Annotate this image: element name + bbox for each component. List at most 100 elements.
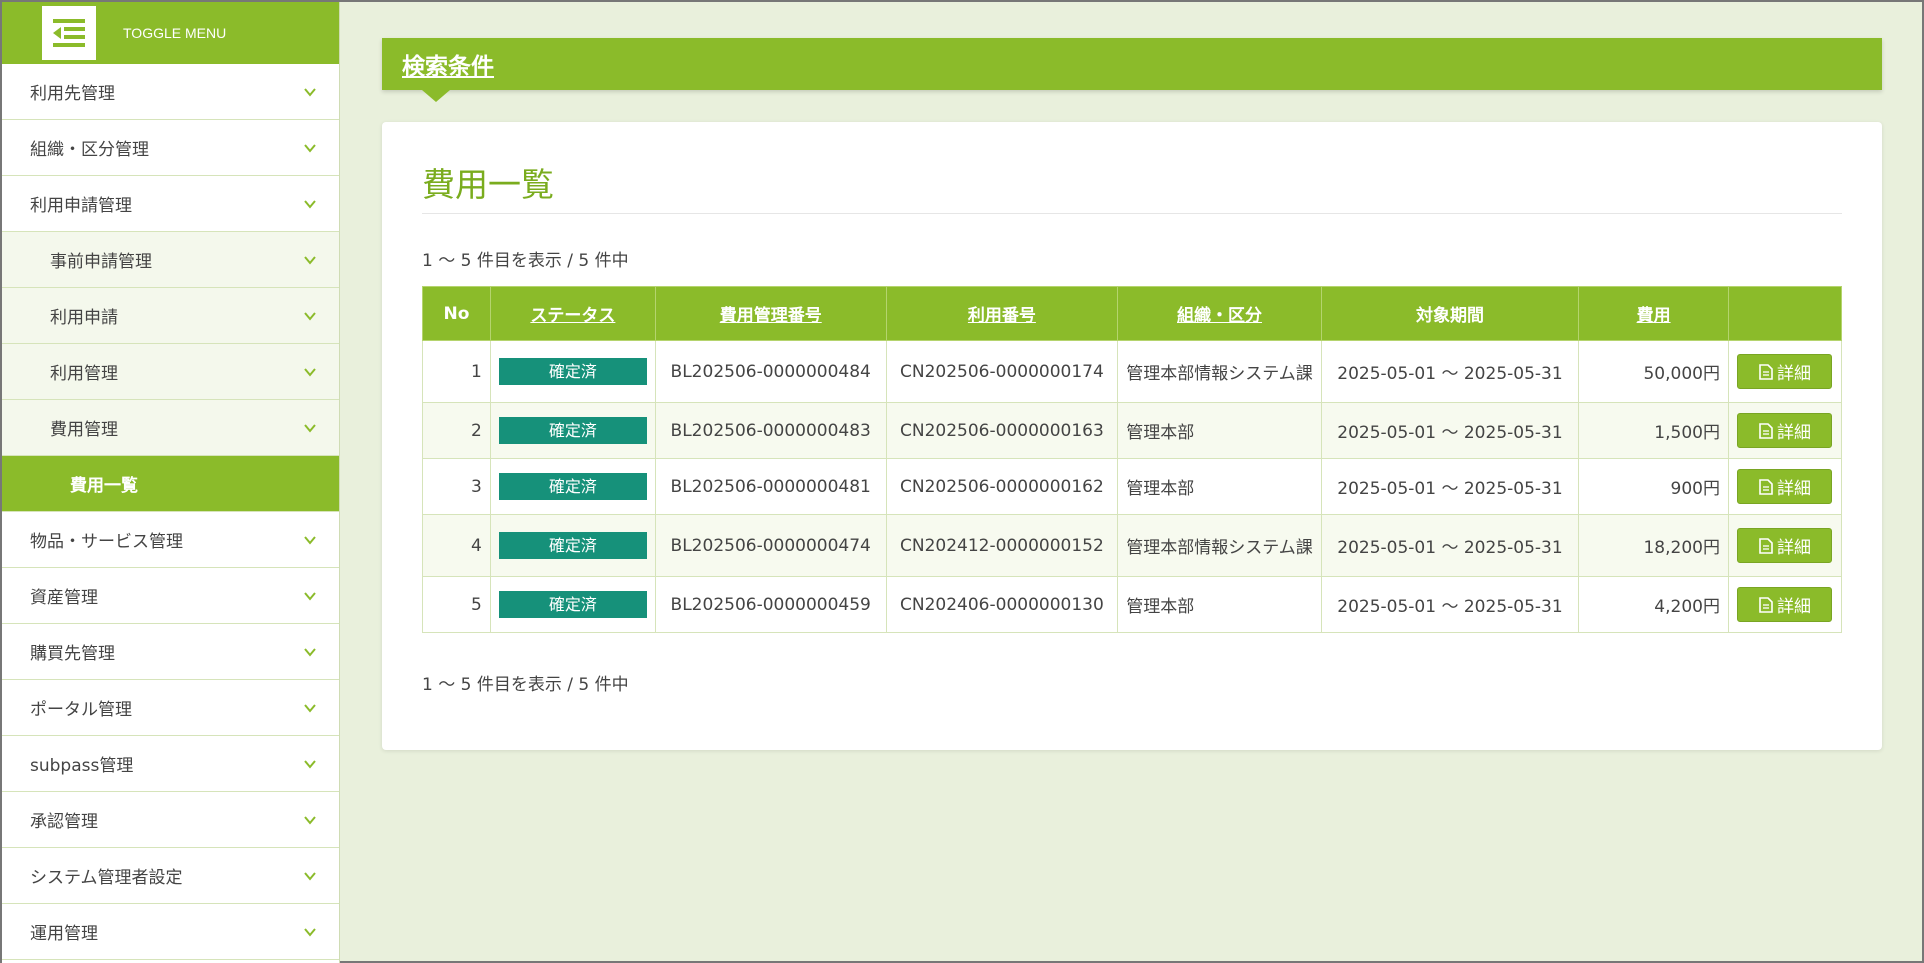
sidebar-menu: 利用先管理組織・区分管理利用申請管理事前申請管理 利用申請利用管理費用管理費用一覧… xyxy=(2,64,339,960)
cell-org: 管理本部 xyxy=(1117,458,1322,515)
chevron-down-icon xyxy=(304,647,316,657)
toggle-menu-label: TOGGLE MENU xyxy=(123,25,227,41)
result-count-bottom: 1 〜 5 件目を表示 / 5 件中 xyxy=(422,675,629,695)
sidebar-item-label: 物品・サービス管理 xyxy=(30,532,183,552)
cell-cost: 50,000円 xyxy=(1578,340,1729,403)
detail-button-label: 詳細 xyxy=(1776,364,1811,384)
sidebar-item-label: 組織・区分管理 xyxy=(30,140,149,160)
detail-button[interactable]: 詳細 xyxy=(1737,413,1833,448)
cell-cost: 4,200円 xyxy=(1578,576,1729,633)
header-cost-id-sort[interactable]: 費用管理番号 xyxy=(654,286,887,341)
sidebar-item[interactable]: 購買先管理 xyxy=(2,624,339,680)
chevron-down-icon xyxy=(304,591,316,601)
chevron-down-icon xyxy=(304,535,316,545)
cell-period: 2025-05-01 〜 2025-05-31 xyxy=(1320,576,1580,633)
cell-status: 確定済 xyxy=(489,514,656,577)
cell-cost: 1,500円 xyxy=(1578,402,1729,459)
table-row: 3 確定済 BL202506-0000000481 CN202506-00000001… xyxy=(422,458,1843,515)
cell-status: 確定済 xyxy=(489,458,656,515)
cell-org: 管理本部 xyxy=(1117,576,1322,633)
cell-no: 5 xyxy=(422,576,491,633)
cell-period: 2025-05-01 〜 2025-05-31 xyxy=(1320,402,1580,459)
sidebar-item[interactable]: 資産管理 xyxy=(2,568,339,624)
sidebar-item[interactable]: 利用申請管理 xyxy=(2,176,339,232)
sidebar-item[interactable]: 運用管理 xyxy=(2,904,339,960)
table-row: 5 確定済 BL202506-0000000459 CN202406-00000001… xyxy=(422,576,1843,633)
sidebar-item[interactable]: システム管理者設定 xyxy=(2,848,339,904)
cell-cost: 18,200円 xyxy=(1578,514,1729,577)
chevron-down-icon xyxy=(304,143,316,153)
table-row: 4 確定済 BL202506-0000000474 CN202412-00000001… xyxy=(422,514,1843,577)
chevron-down-icon xyxy=(304,927,316,937)
cell-action: 詳細 xyxy=(1727,514,1843,577)
cost-list-panel: 費用一覧 1 〜 5 件目を表示 / 5 件中 No ステータス 費用管理番号 … xyxy=(382,122,1882,750)
chevron-down-icon xyxy=(304,255,316,265)
cell-use-id: CN202506-0000000174 xyxy=(885,340,1119,403)
cell-period: 2025-05-01 〜 2025-05-31 xyxy=(1320,340,1580,403)
toggle-menu[interactable]: TOGGLE MENU xyxy=(2,2,339,64)
document-icon xyxy=(1759,596,1773,613)
header-period: 対象期間 xyxy=(1320,286,1580,341)
sidebar-item-label: 費用一覧 xyxy=(70,476,138,496)
search-conditions-title[interactable]: 検索条件 xyxy=(402,47,494,81)
cost-table: No ステータス 費用管理番号 利用番号 組織・区分 対象期間 費用 1 確定済 B… xyxy=(422,286,1843,633)
sidebar-item-label: 費用管理 xyxy=(50,420,118,440)
sidebar-item[interactable]: 利用申請 xyxy=(2,288,339,344)
detail-button[interactable]: 詳細 xyxy=(1737,354,1833,389)
header-no: No xyxy=(422,286,491,341)
sidebar-item-label: subpass管理 xyxy=(30,756,134,776)
sidebar-item[interactable]: 組織・区分管理 xyxy=(2,120,339,176)
title-divider xyxy=(422,213,1842,214)
cell-org: 管理本部 xyxy=(1117,402,1322,459)
cell-action: 詳細 xyxy=(1727,402,1843,459)
cell-cost-id: BL202506-0000000483 xyxy=(654,402,887,459)
sidebar-item[interactable]: 事前申請管理 xyxy=(2,232,339,288)
status-badge: 確定済 xyxy=(498,417,647,444)
cell-org: 管理本部情報システム課 xyxy=(1117,514,1322,577)
sidebar-item[interactable]: 物品・サービス管理 xyxy=(2,512,339,568)
sidebar-item[interactable]: subpass管理 xyxy=(2,736,339,792)
result-count-top: 1 〜 5 件目を表示 / 5 件中 xyxy=(422,251,629,271)
detail-button[interactable]: 詳細 xyxy=(1737,587,1833,622)
chevron-down-icon xyxy=(304,759,316,769)
cell-cost-id: BL202506-0000000484 xyxy=(654,340,887,403)
sidebar-item[interactable]: 費用管理 xyxy=(2,400,339,456)
chevron-down-icon xyxy=(304,815,316,825)
sidebar-item[interactable]: 費用一覧 xyxy=(2,456,339,512)
menu-toggle-button[interactable] xyxy=(42,6,96,60)
cell-no: 4 xyxy=(422,514,491,577)
cell-action: 詳細 xyxy=(1727,458,1843,515)
sidebar-item-label: 事前申請管理 xyxy=(50,252,152,272)
detail-button[interactable]: 詳細 xyxy=(1737,528,1833,563)
cell-period: 2025-05-01 〜 2025-05-31 xyxy=(1320,458,1580,515)
search-conditions-bar[interactable]: 検索条件 xyxy=(382,38,1882,90)
detail-button[interactable]: 詳細 xyxy=(1737,469,1833,504)
header-use-id-sort[interactable]: 利用番号 xyxy=(885,286,1119,341)
cell-cost-id: BL202506-0000000481 xyxy=(654,458,887,515)
cell-period: 2025-05-01 〜 2025-05-31 xyxy=(1320,514,1580,577)
sidebar-item-label: 利用申請 xyxy=(50,308,118,328)
document-icon xyxy=(1759,478,1773,495)
sidebar-item[interactable]: 利用先管理 xyxy=(2,64,339,120)
header-org-sort[interactable]: 組織・区分 xyxy=(1117,286,1322,341)
cell-no: 3 xyxy=(422,458,491,515)
search-bar-arrow xyxy=(422,90,450,102)
cell-use-id: CN202412-0000000152 xyxy=(885,514,1119,577)
sidebar-item-label: 購買先管理 xyxy=(30,644,115,664)
sidebar-item[interactable]: 利用管理 xyxy=(2,344,339,400)
chevron-down-icon xyxy=(304,311,316,321)
chevron-down-icon xyxy=(304,199,316,209)
cell-org: 管理本部情報システム課 xyxy=(1117,340,1322,403)
sidebar-item[interactable]: 承認管理 xyxy=(2,792,339,848)
cell-action: 詳細 xyxy=(1727,576,1843,633)
chevron-down-icon xyxy=(304,87,316,97)
sidebar-item-label: 利用先管理 xyxy=(30,84,115,104)
status-badge: 確定済 xyxy=(498,473,647,500)
document-icon xyxy=(1759,537,1773,554)
detail-button-label: 詳細 xyxy=(1776,538,1811,558)
sidebar-item-label: 運用管理 xyxy=(30,924,98,944)
header-status-sort[interactable]: ステータス xyxy=(489,286,656,341)
header-cost-sort[interactable]: 費用 xyxy=(1578,286,1729,341)
cell-status: 確定済 xyxy=(489,576,656,633)
sidebar-item[interactable]: ポータル管理 xyxy=(2,680,339,736)
